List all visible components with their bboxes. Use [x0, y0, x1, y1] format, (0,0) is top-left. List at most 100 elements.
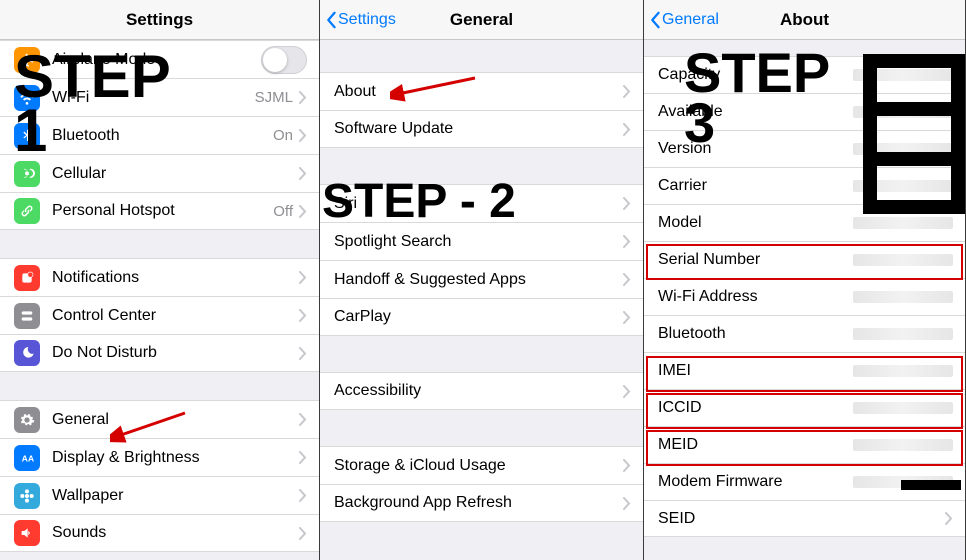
navbar-settings: Settings [0, 0, 319, 40]
general-list: About Software Update Siri Spotlight Searc… [320, 40, 643, 522]
row-bt-addr[interactable]: Bluetooth [644, 315, 965, 352]
chevron-right-icon [945, 512, 953, 525]
svg-text:AA: AA [22, 453, 35, 463]
link-icon [14, 198, 40, 224]
switches-icon [14, 303, 40, 329]
row-cellular[interactable]: Cellular [0, 154, 319, 192]
row-siri[interactable]: Siri [320, 184, 643, 222]
censor-modem [901, 480, 961, 490]
row-hotspot[interactable]: Personal HotspotOff [0, 192, 319, 230]
wallpaper-label: Wallpaper [52, 487, 293, 505]
hotspot-value: Off [273, 203, 293, 220]
chevron-right-icon [623, 235, 631, 248]
back-to-general[interactable]: General [648, 11, 719, 29]
row-wifi[interactable]: Wi-FiSJML [0, 78, 319, 116]
imei-value [853, 365, 953, 377]
row-iccid[interactable]: ICCID [644, 389, 965, 426]
bluetooth-icon [14, 123, 40, 149]
chevron-right-icon [623, 197, 631, 210]
model-label: Model [658, 214, 853, 232]
imei-label: IMEI [658, 362, 853, 380]
sounds-label: Sounds [52, 524, 293, 542]
row-dnd[interactable]: Do Not Disturb [0, 334, 319, 372]
wifi-icon [14, 85, 40, 111]
gear-icon [14, 407, 40, 433]
black-grid-overlay [863, 54, 965, 214]
back-label: Settings [338, 11, 396, 29]
accessibility-label: Accessibility [334, 382, 623, 400]
row-notifications[interactable]: Notifications [0, 258, 319, 296]
row-serial[interactable]: Serial Number [644, 241, 965, 278]
row-software-update[interactable]: Software Update [320, 110, 643, 148]
carrier-label: Carrier [658, 177, 853, 195]
chevron-right-icon [623, 459, 631, 472]
serial-value [853, 254, 953, 266]
chevron-right-icon [299, 129, 307, 142]
iccid-value [853, 402, 953, 414]
siri-label: Siri [334, 195, 623, 213]
row-bg-refresh[interactable]: Background App Refresh [320, 484, 643, 522]
row-airplane[interactable]: Airplane Mode [0, 40, 319, 78]
display-label: Display & Brightness [52, 449, 293, 467]
row-carplay[interactable]: CarPlay [320, 298, 643, 336]
bg-refresh-label: Background App Refresh [334, 494, 623, 512]
row-bluetooth[interactable]: BluetoothOn [0, 116, 319, 154]
chevron-right-icon [299, 451, 307, 464]
row-about[interactable]: About [320, 72, 643, 110]
panel-general: Settings General About Software Update Si… [320, 0, 644, 560]
chevron-right-icon [623, 85, 631, 98]
chevron-right-icon [299, 167, 307, 180]
row-general[interactable]: General [0, 400, 319, 438]
serial-label: Serial Number [658, 251, 853, 269]
moon-icon [14, 340, 40, 366]
bluetooth-label: Bluetooth [52, 127, 273, 145]
meid-label: MEID [658, 436, 853, 454]
row-control-center[interactable]: Control Center [0, 296, 319, 334]
bt-addr-label: Bluetooth [658, 325, 853, 343]
row-sounds[interactable]: Sounds [0, 514, 319, 552]
navbar-general: Settings General [320, 0, 643, 40]
about-label: About [334, 83, 623, 101]
chevron-right-icon [299, 413, 307, 426]
spotlight-label: Spotlight Search [334, 233, 623, 251]
antenna-icon [14, 161, 40, 187]
row-wallpaper[interactable]: Wallpaper [0, 476, 319, 514]
wifi-addr-value [853, 291, 953, 303]
row-storage[interactable]: Storage & iCloud Usage [320, 446, 643, 484]
available-label: Available [658, 103, 853, 121]
iccid-label: ICCID [658, 399, 853, 417]
row-handoff[interactable]: Handoff & Suggested Apps [320, 260, 643, 298]
meid-value [853, 439, 953, 451]
group-gap [0, 372, 319, 400]
seid-label: SEID [658, 510, 945, 528]
row-imei[interactable]: IMEI [644, 352, 965, 389]
airplane-toggle[interactable] [261, 46, 307, 74]
chevron-right-icon [299, 347, 307, 360]
back-to-settings[interactable]: Settings [324, 11, 396, 29]
row-meid[interactable]: MEID [644, 426, 965, 463]
chevron-right-icon [623, 273, 631, 286]
row-accessibility[interactable]: Accessibility [320, 372, 643, 410]
modem-label: Modem Firmware [658, 473, 853, 491]
row-spotlight[interactable]: Spotlight Search [320, 222, 643, 260]
bt-addr-value [853, 328, 953, 340]
storage-label: Storage & iCloud Usage [334, 457, 623, 475]
row-seid[interactable]: SEID [644, 500, 965, 537]
row-display[interactable]: AA Display & Brightness [0, 438, 319, 476]
navbar-about: General About [644, 0, 965, 40]
chevron-right-icon [299, 271, 307, 284]
back-label: General [662, 11, 719, 29]
row-wifi-addr[interactable]: Wi-Fi Address [644, 278, 965, 315]
bluetooth-value: On [273, 127, 293, 144]
software-update-label: Software Update [334, 120, 623, 138]
handoff-label: Handoff & Suggested Apps [334, 271, 623, 289]
wifi-value: SJML [255, 89, 293, 106]
speaker-icon [14, 520, 40, 546]
settings-list: Airplane ModeWi-FiSJMLBluetoothOnCellula… [0, 40, 319, 552]
aa-icon: AA [14, 445, 40, 471]
hotspot-label: Personal Hotspot [52, 202, 273, 220]
chevron-right-icon [299, 91, 307, 104]
chevron-right-icon [623, 385, 631, 398]
title-general: General [450, 10, 513, 30]
carplay-label: CarPlay [334, 308, 623, 326]
